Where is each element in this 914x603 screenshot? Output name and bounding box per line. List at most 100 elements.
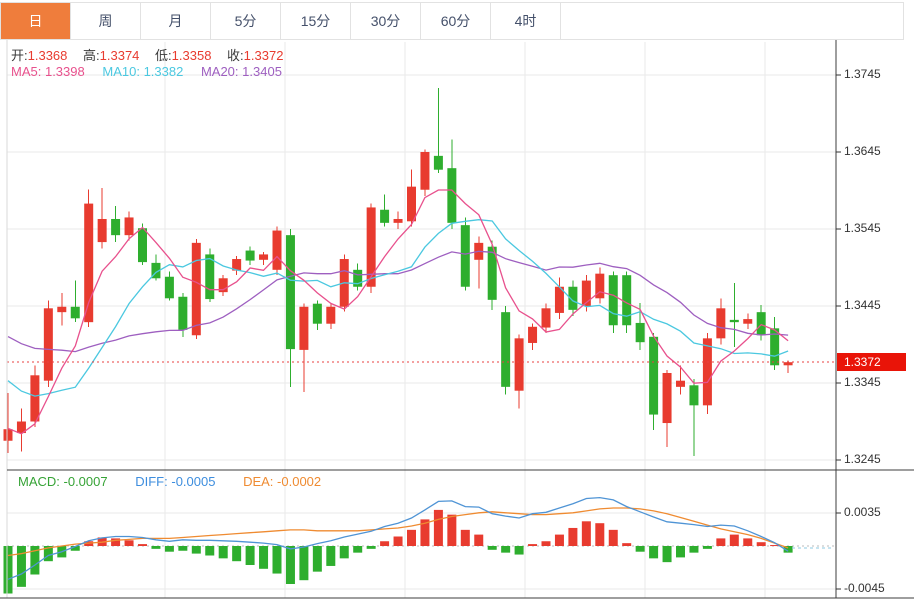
price-tick: 1.3245 [844,452,910,466]
close-label: 收: [227,48,244,63]
candlestick-chart-canvas[interactable] [0,0,914,603]
candle-body [165,277,174,299]
macd-bar [125,540,134,546]
candle-body [689,385,698,405]
candle-body [730,320,739,322]
macd-bar [273,546,282,574]
ma-info-line: MA5: 1.3398 MA10: 1.3382 MA20: 1.3405 [11,64,296,79]
candle-body [609,275,618,325]
candle-body [30,375,39,421]
macd-tick: 0.0035 [844,505,910,519]
candle-body [98,219,107,242]
macd-bar [259,546,268,569]
macd-bar [340,546,349,558]
price-tick: 1.3345 [844,375,910,389]
macd-bar [649,546,658,558]
macd-bar [326,546,335,566]
candle-body [313,304,322,324]
low-label: 低: [155,48,172,63]
candle-body [515,338,524,390]
candle-body [663,373,672,423]
open-label: 开: [11,48,28,63]
macd-tick: -0.0045 [844,581,910,595]
candle-body [501,312,510,387]
low-value: 1.3358 [172,48,212,63]
candle-body [757,312,766,335]
macd-bar [192,546,201,554]
macd-bar [515,546,524,555]
macd-bar [609,530,618,546]
candle-body [111,219,120,235]
last-price-badge: 1.3372 [837,353,906,371]
macd-bar [367,546,376,549]
candle-body [434,156,443,170]
candle-body [542,308,551,327]
macd-bar [676,546,685,557]
macd-bar [219,546,228,558]
macd-bar [582,521,591,546]
candle-body [246,251,255,261]
macd-bar [286,546,295,584]
candle-body [420,152,429,190]
macd-bar [595,523,604,546]
macd-bar [757,542,766,546]
macd-bar [743,538,752,546]
diff-readout: DIFF: -0.0005 [135,474,215,489]
macd-bar [488,546,497,550]
candle-body [447,168,456,223]
macd-bar [299,546,308,580]
candle-body [380,210,389,223]
macd-bar [17,546,26,587]
candle-body [716,308,725,338]
ma20-readout: MA20: 1.3405 [201,64,282,79]
macd-bar [138,544,147,546]
price-tick: 1.3645 [844,144,910,158]
macd-bar [205,546,214,556]
ma10-readout: MA10: 1.3382 [102,64,183,79]
macd-bar [730,535,739,546]
macd-bar [178,546,187,551]
candle-body [273,231,282,270]
macd-bar [501,546,510,553]
macd-bar [394,537,403,547]
candle-body [259,254,268,259]
macd-bar [689,546,698,553]
candle-body [138,228,147,262]
open-value: 1.3368 [28,48,68,63]
macd-bar [313,546,322,572]
ma20-line [8,251,788,351]
macd-info-line: MACD: -0.0007 DIFF: -0.0005 DEA: -0.0002 [18,474,345,489]
candle-body [71,307,80,319]
candle-body [57,307,66,312]
candle-body [44,308,53,380]
macd-bar [716,538,725,546]
price-tick: 1.3545 [844,221,910,235]
candle-body [528,327,537,343]
candle-body [649,337,658,415]
macd-bar [542,541,551,546]
price-tick: 1.3745 [844,67,910,81]
macd-bar [447,515,456,546]
macd-bar [434,510,443,546]
ohlc-info-line: 开:1.3368 高:1.3374 低:1.3358 收:1.3372 [11,45,295,64]
candle-body [205,254,214,299]
macd-bar [528,544,537,546]
macd-bar [4,546,13,594]
candle-body [407,187,416,222]
candle-body [299,307,308,350]
macd-readout: MACD: -0.0007 [18,474,108,489]
macd-bar [353,546,362,553]
candle-body [703,338,712,405]
candle-body [286,235,295,349]
candle-body [4,429,13,441]
candle-body [622,275,631,325]
macd-bar [380,541,389,546]
high-label: 高: [83,48,100,63]
kline-chart-app: 日 周 月 5分 15分 30分 60分 4时 开:1.3368 高:1.337… [0,0,914,603]
macd-bar [555,535,564,546]
macd-bar [622,543,631,546]
macd-bar [461,530,470,546]
close-value: 1.3372 [244,48,284,63]
macd-bar [407,530,416,546]
macd-bar [165,546,174,552]
